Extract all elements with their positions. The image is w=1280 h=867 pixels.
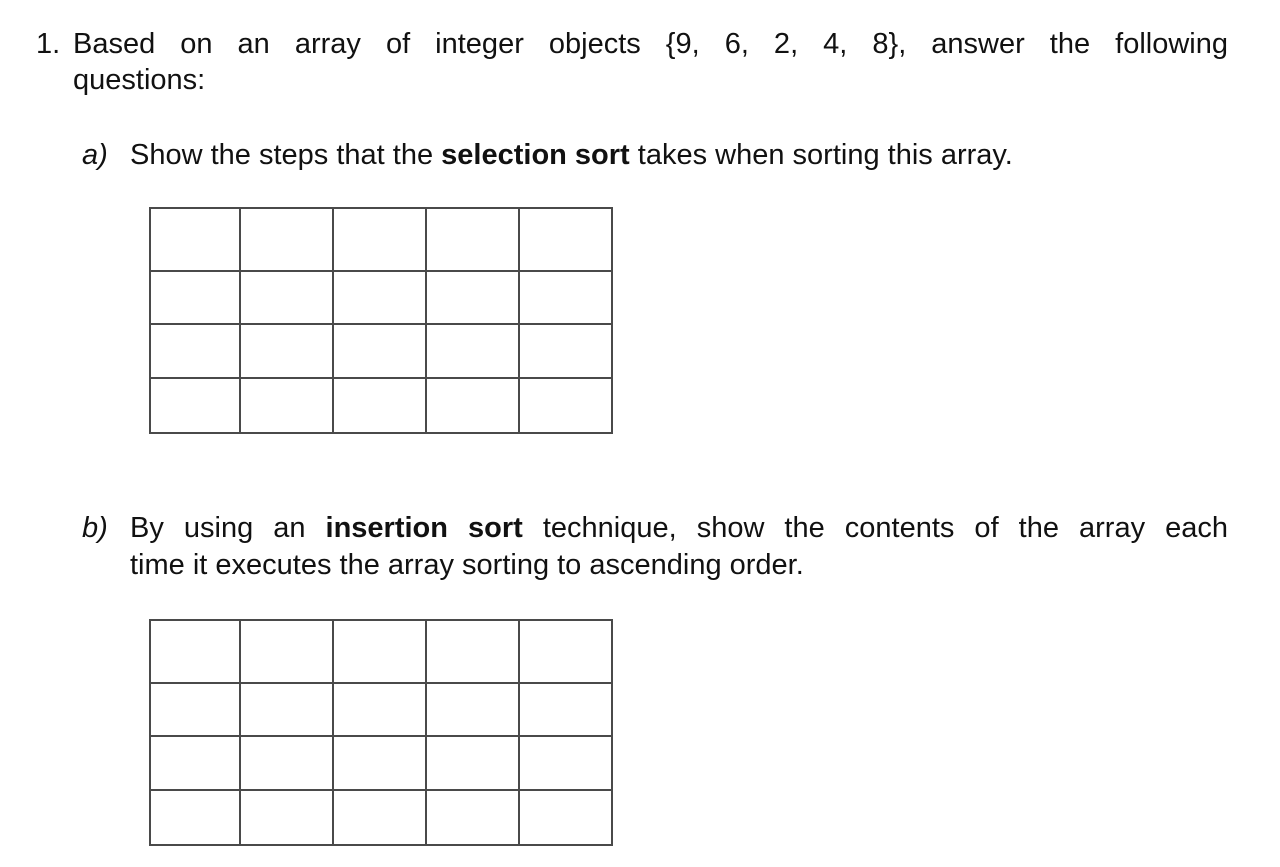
table-cell[interactable] bbox=[149, 682, 241, 737]
table-cell[interactable] bbox=[149, 619, 241, 684]
table-cell[interactable] bbox=[518, 682, 613, 737]
table-cell[interactable] bbox=[332, 207, 427, 272]
part-a-bold-term: selection sort bbox=[441, 139, 630, 171]
table-cell[interactable] bbox=[332, 619, 427, 684]
part-b-text-after: technique, show the contents of the arra… bbox=[522, 512, 1228, 544]
table-cell[interactable] bbox=[149, 323, 241, 379]
table-cell[interactable] bbox=[425, 323, 520, 379]
table-cell[interactable] bbox=[332, 270, 427, 325]
table-cell[interactable] bbox=[332, 323, 427, 379]
part-a-label: a) bbox=[82, 139, 108, 171]
table-cell[interactable] bbox=[518, 323, 613, 379]
question-number: 1. bbox=[36, 28, 61, 60]
table-cell[interactable] bbox=[332, 377, 427, 434]
part-b: b) By using an insertion sort technique,… bbox=[82, 510, 1228, 584]
table-cell[interactable] bbox=[149, 735, 241, 791]
table-cell[interactable] bbox=[518, 735, 613, 791]
question-text-line1: Based on an array of integer objects {9,… bbox=[73, 28, 1228, 60]
selection-sort-table bbox=[149, 207, 613, 434]
table-row bbox=[149, 270, 613, 325]
table-cell[interactable] bbox=[239, 207, 334, 272]
table-cell[interactable] bbox=[332, 789, 427, 846]
table-cell[interactable] bbox=[239, 270, 334, 325]
table-cell[interactable] bbox=[149, 789, 241, 846]
part-a-text: Show the steps that the selection sort t… bbox=[130, 137, 1182, 174]
table-row bbox=[149, 377, 613, 434]
table-cell[interactable] bbox=[518, 789, 613, 846]
table-cell[interactable] bbox=[425, 682, 520, 737]
table-row bbox=[149, 682, 613, 737]
table-cell[interactable] bbox=[425, 619, 520, 684]
table-cell[interactable] bbox=[239, 789, 334, 846]
part-a: a) Show the steps that the selection sor… bbox=[82, 137, 1182, 174]
table-cell[interactable] bbox=[239, 735, 334, 791]
table-cell[interactable] bbox=[518, 207, 613, 272]
part-a-text-after: takes when sorting this array. bbox=[629, 139, 1013, 171]
table-row bbox=[149, 323, 613, 379]
part-b-bold-term: insertion sort bbox=[325, 512, 523, 544]
table-cell[interactable] bbox=[239, 323, 334, 379]
insertion-sort-table bbox=[149, 619, 613, 846]
table-cell[interactable] bbox=[425, 270, 520, 325]
part-b-text-before: By using an bbox=[130, 512, 326, 544]
table-cell[interactable] bbox=[149, 207, 241, 272]
table-cell[interactable] bbox=[149, 377, 241, 434]
table-cell[interactable] bbox=[518, 619, 613, 684]
table-cell[interactable] bbox=[332, 682, 427, 737]
table-cell[interactable] bbox=[425, 735, 520, 791]
table-cell[interactable] bbox=[425, 789, 520, 846]
part-b-label: b) bbox=[82, 512, 108, 544]
table-row bbox=[149, 735, 613, 791]
table-cell[interactable] bbox=[518, 377, 613, 434]
question-1: 1. Based on an array of integer objects … bbox=[36, 26, 1228, 98]
table-cell[interactable] bbox=[149, 270, 241, 325]
table-row bbox=[149, 619, 613, 684]
table-cell[interactable] bbox=[518, 270, 613, 325]
table-cell[interactable] bbox=[239, 377, 334, 434]
table-cell[interactable] bbox=[239, 682, 334, 737]
table-row bbox=[149, 207, 613, 272]
table-cell[interactable] bbox=[425, 207, 520, 272]
table-cell[interactable] bbox=[425, 377, 520, 434]
table-row bbox=[149, 789, 613, 846]
table-cell[interactable] bbox=[332, 735, 427, 791]
part-a-text-before: Show the steps that the bbox=[130, 139, 442, 171]
table-cell[interactable] bbox=[239, 619, 334, 684]
